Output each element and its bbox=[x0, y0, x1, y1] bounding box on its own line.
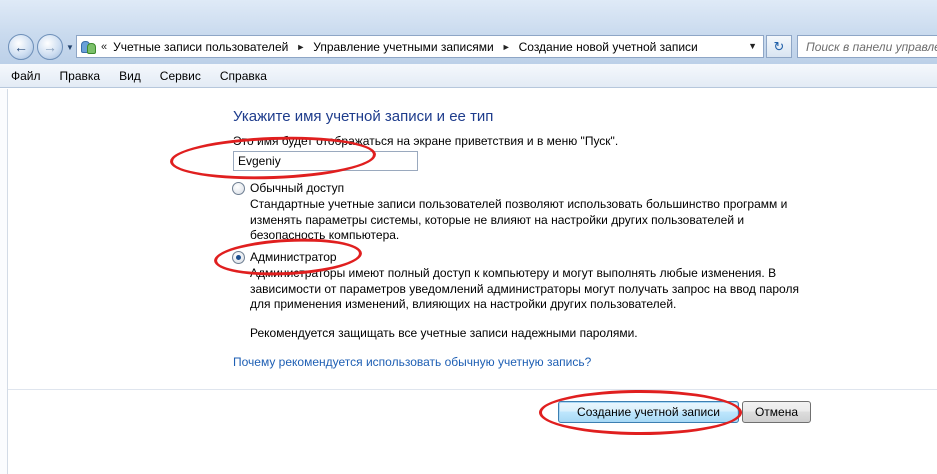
refresh-button[interactable]: ↻ bbox=[766, 35, 792, 58]
menu-help[interactable]: Справка bbox=[218, 67, 269, 85]
radio-administrator-button[interactable] bbox=[232, 250, 245, 264]
breadcrumb-item-user-accounts[interactable]: Учетные записи пользователей ► bbox=[113, 40, 313, 54]
menu-file[interactable]: Файл bbox=[9, 67, 43, 85]
back-button[interactable]: ← bbox=[8, 34, 34, 60]
back-arrow-icon: ← bbox=[14, 39, 28, 55]
password-recommendation: Рекомендуется защищать все учетные запис… bbox=[250, 326, 638, 340]
search-input[interactable]: Поиск в панели управле bbox=[797, 35, 937, 58]
menu-tools[interactable]: Сервис bbox=[158, 67, 203, 85]
recent-pages-dropdown[interactable]: ▼ bbox=[66, 43, 74, 52]
forward-arrow-icon: → bbox=[43, 39, 57, 55]
page-title: Укажите имя учетной записи и ее тип bbox=[233, 108, 494, 125]
account-name-field[interactable] bbox=[233, 151, 418, 171]
radio-selected-dot bbox=[236, 254, 241, 260]
menu-bar: Файл Правка Вид Сервис Справка bbox=[0, 64, 937, 88]
cancel-button[interactable]: Отмена bbox=[742, 401, 811, 423]
breadcrumb-item-manage-accounts[interactable]: Управление учетными записями ► bbox=[313, 40, 518, 54]
divider bbox=[8, 389, 937, 390]
breadcrumb-item-create-account[interactable]: Создание новой учетной записи bbox=[519, 40, 698, 54]
chevron-right-icon[interactable]: ► bbox=[296, 42, 305, 52]
chevron-right-icon[interactable]: ► bbox=[502, 42, 511, 52]
radio-standard-label[interactable]: Обычный доступ bbox=[250, 181, 344, 195]
radio-standard-button[interactable] bbox=[232, 181, 245, 195]
radio-administrator[interactable]: Администратор bbox=[232, 250, 337, 264]
users-icon bbox=[81, 40, 97, 54]
navigation-pane-edge bbox=[0, 89, 8, 474]
radio-administrator-label[interactable]: Администратор bbox=[250, 250, 337, 264]
address-bar: ← → ▼ « Учетные записи пользователей ► Уп… bbox=[0, 0, 937, 64]
standard-user-description: Стандартные учетные записи пользователей… bbox=[250, 197, 788, 242]
breadcrumb[interactable]: « Учетные записи пользователей ► Управлен… bbox=[76, 35, 764, 58]
menu-view[interactable]: Вид bbox=[117, 67, 143, 85]
create-account-button[interactable]: Создание учетной записи bbox=[558, 401, 739, 423]
chevron-down-icon[interactable]: ▼ bbox=[748, 41, 757, 51]
administrator-description: Администраторы имеют полный доступ к ком… bbox=[250, 266, 799, 311]
radio-standard-user[interactable]: Обычный доступ bbox=[232, 181, 344, 195]
help-link[interactable]: Почему рекомендуется использовать обычну… bbox=[233, 355, 591, 369]
breadcrumb-overflow[interactable]: « bbox=[101, 41, 107, 53]
name-hint: Это имя будет отображаться на экране при… bbox=[233, 134, 619, 148]
forward-button[interactable]: → bbox=[37, 34, 63, 60]
menu-edit[interactable]: Правка bbox=[58, 67, 103, 85]
refresh-icon: ↻ bbox=[773, 38, 785, 54]
